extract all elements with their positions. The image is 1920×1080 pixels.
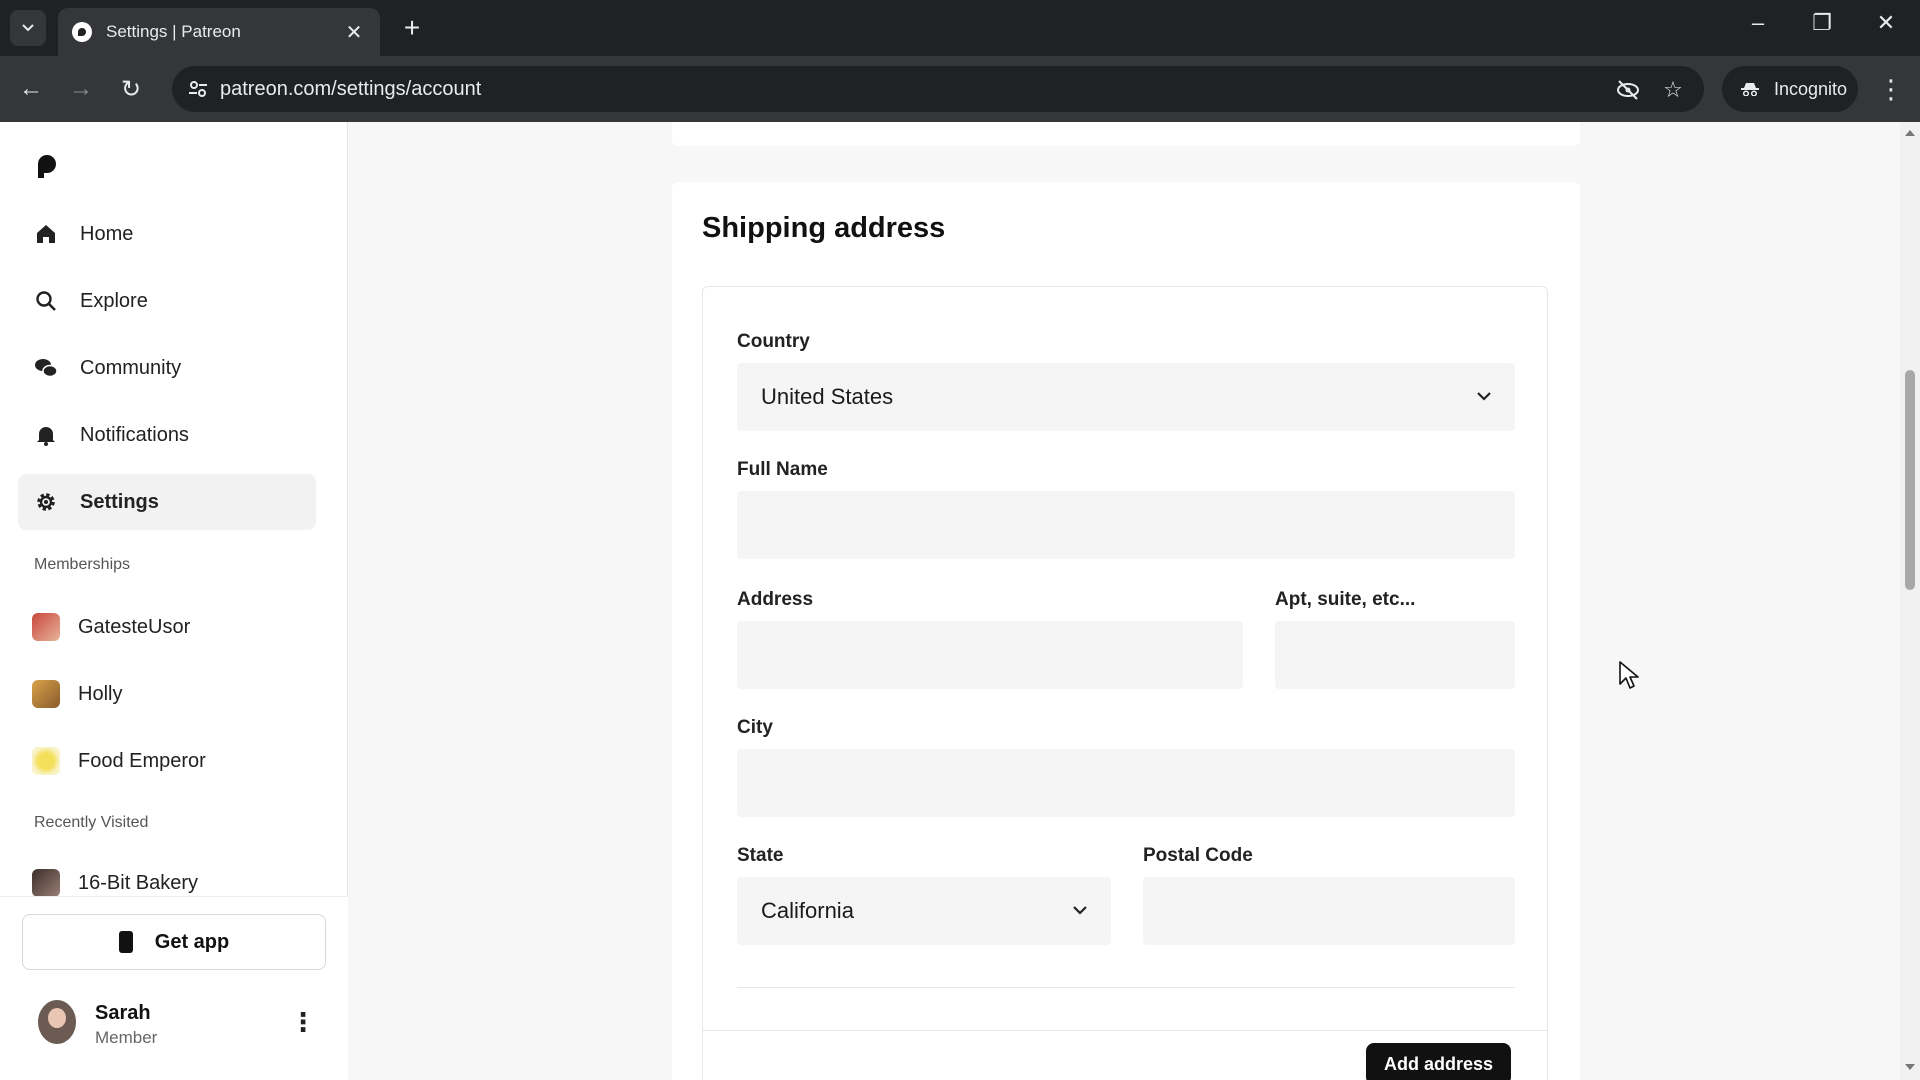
home-icon bbox=[34, 222, 58, 246]
more-options-icon[interactable]: ⋮ bbox=[290, 1006, 316, 1038]
address-field[interactable] bbox=[737, 621, 1243, 689]
scrollbar-thumb[interactable] bbox=[1905, 370, 1915, 590]
address-label: Address bbox=[737, 589, 814, 610]
city-label: City bbox=[737, 717, 773, 738]
page-scrollbar[interactable] bbox=[1900, 122, 1920, 1080]
full-name-field[interactable] bbox=[737, 491, 1515, 559]
close-tab-icon[interactable]: ✕ bbox=[342, 20, 366, 45]
sidebar-item-label: Home bbox=[80, 222, 134, 245]
recently-visited-heading: Recently Visited bbox=[34, 814, 149, 831]
tab-title: Settings | Patreon bbox=[106, 22, 241, 41]
previous-card bbox=[672, 122, 1580, 146]
postal-code-label: Postal Code bbox=[1143, 845, 1253, 866]
avatar bbox=[38, 1000, 76, 1044]
close-window-icon[interactable]: ✕ bbox=[1866, 10, 1906, 36]
sidebar-item-label: Explore bbox=[80, 289, 148, 312]
recent-item[interactable]: 16-Bit Bakery bbox=[32, 867, 198, 899]
mouse-cursor-icon bbox=[1619, 661, 1639, 689]
membership-label: Holly bbox=[78, 682, 123, 705]
page-title: Shipping address bbox=[702, 212, 946, 244]
incognito-badge[interactable]: Incognito bbox=[1722, 66, 1858, 112]
sidebar-item-home[interactable]: Home bbox=[18, 206, 316, 262]
membership-item[interactable]: GatesteUsor bbox=[32, 611, 190, 643]
membership-item[interactable]: Food Emperor bbox=[32, 745, 206, 777]
incognito-icon bbox=[1741, 83, 1759, 96]
creator-avatar bbox=[32, 747, 60, 775]
gear-icon bbox=[34, 490, 58, 514]
creator-avatar bbox=[32, 680, 60, 708]
full-name-label: Full Name bbox=[737, 459, 828, 480]
back-arrow-icon[interactable]: ← bbox=[14, 72, 48, 106]
chat-icon bbox=[34, 356, 58, 380]
user-profile[interactable]: Sarah Member ⋮ bbox=[38, 994, 318, 1054]
url-text: patreon.com/settings/account bbox=[220, 78, 482, 100]
apt-label: Apt, suite, etc... bbox=[1275, 589, 1416, 610]
sidebar-item-label: Notifications bbox=[80, 423, 189, 446]
chevron-down-icon bbox=[1477, 392, 1491, 401]
postal-code-field[interactable] bbox=[1143, 877, 1515, 945]
tab-search-button[interactable] bbox=[10, 10, 46, 46]
scroll-down-icon[interactable] bbox=[1905, 1064, 1915, 1070]
patreon-favicon-icon bbox=[72, 22, 92, 42]
creator-avatar bbox=[32, 613, 60, 641]
phone-icon bbox=[118, 931, 133, 953]
divider bbox=[737, 987, 1515, 988]
browser-menu-icon[interactable]: ⋮ bbox=[1876, 72, 1906, 106]
add-address-button[interactable]: Add address bbox=[1366, 1043, 1511, 1080]
membership-label: GatesteUsor bbox=[78, 615, 191, 638]
membership-item[interactable]: Holly bbox=[32, 678, 122, 710]
shipping-form: Country United States Full Name Address … bbox=[702, 286, 1548, 1080]
user-role: Member bbox=[95, 1028, 158, 1047]
patreon-logo-icon[interactable] bbox=[36, 154, 58, 178]
get-app-label: Get app bbox=[154, 930, 230, 953]
address-bar[interactable]: patreon.com/settings/account ☆ bbox=[172, 66, 1704, 112]
shipping-address-card: Shipping address Country United States F… bbox=[672, 182, 1580, 1080]
incognito-label: Incognito bbox=[1774, 78, 1848, 99]
forward-arrow-icon[interactable]: → bbox=[64, 72, 98, 106]
sidebar: Home Explore Community Notifications Set… bbox=[0, 122, 348, 1080]
state-select[interactable]: California bbox=[737, 877, 1111, 945]
sidebar-item-label: Community bbox=[80, 356, 182, 379]
bell-icon bbox=[34, 423, 58, 447]
sidebar-item-label: Settings bbox=[80, 490, 159, 513]
country-select[interactable]: United States bbox=[737, 363, 1515, 431]
divider bbox=[702, 1030, 1548, 1031]
country-value: United States bbox=[761, 384, 894, 409]
minimize-icon[interactable]: – bbox=[1738, 10, 1778, 36]
search-icon bbox=[34, 289, 58, 313]
restore-icon[interactable]: ❐ bbox=[1802, 10, 1842, 36]
new-tab-button[interactable]: + bbox=[396, 12, 428, 44]
scroll-up-icon[interactable] bbox=[1905, 130, 1915, 136]
memberships-heading: Memberships bbox=[34, 556, 131, 573]
browser-toolbar: ← → ↻ patreon.com/settings/account ☆ Inc… bbox=[0, 56, 1920, 122]
state-value: California bbox=[761, 898, 854, 923]
sidebar-item-explore[interactable]: Explore bbox=[18, 273, 316, 329]
creator-avatar bbox=[32, 869, 60, 897]
membership-label: Food Emperor bbox=[78, 749, 206, 772]
sidebar-item-notifications[interactable]: Notifications bbox=[18, 407, 316, 463]
eye-off-icon[interactable] bbox=[1614, 76, 1642, 104]
get-app-button[interactable]: Get app bbox=[22, 914, 326, 970]
city-field[interactable] bbox=[737, 749, 1515, 817]
state-label: State bbox=[737, 845, 784, 866]
chevron-down-icon bbox=[22, 24, 34, 32]
user-name: Sarah bbox=[95, 1002, 151, 1024]
chevron-down-icon bbox=[1073, 906, 1087, 915]
browser-tab-bar: Settings | Patreon ✕ + – ❐ ✕ bbox=[0, 0, 1920, 56]
recent-label: 16-Bit Bakery bbox=[78, 871, 199, 894]
browser-tab[interactable]: Settings | Patreon ✕ bbox=[58, 8, 380, 56]
site-info-icon[interactable] bbox=[186, 77, 210, 101]
apt-field[interactable] bbox=[1275, 621, 1515, 689]
sidebar-item-settings[interactable]: Settings bbox=[18, 474, 316, 530]
country-label: Country bbox=[737, 331, 810, 352]
sidebar-item-community[interactable]: Community bbox=[18, 340, 316, 396]
reload-icon[interactable]: ↻ bbox=[114, 72, 148, 106]
star-icon[interactable]: ☆ bbox=[1659, 76, 1687, 104]
